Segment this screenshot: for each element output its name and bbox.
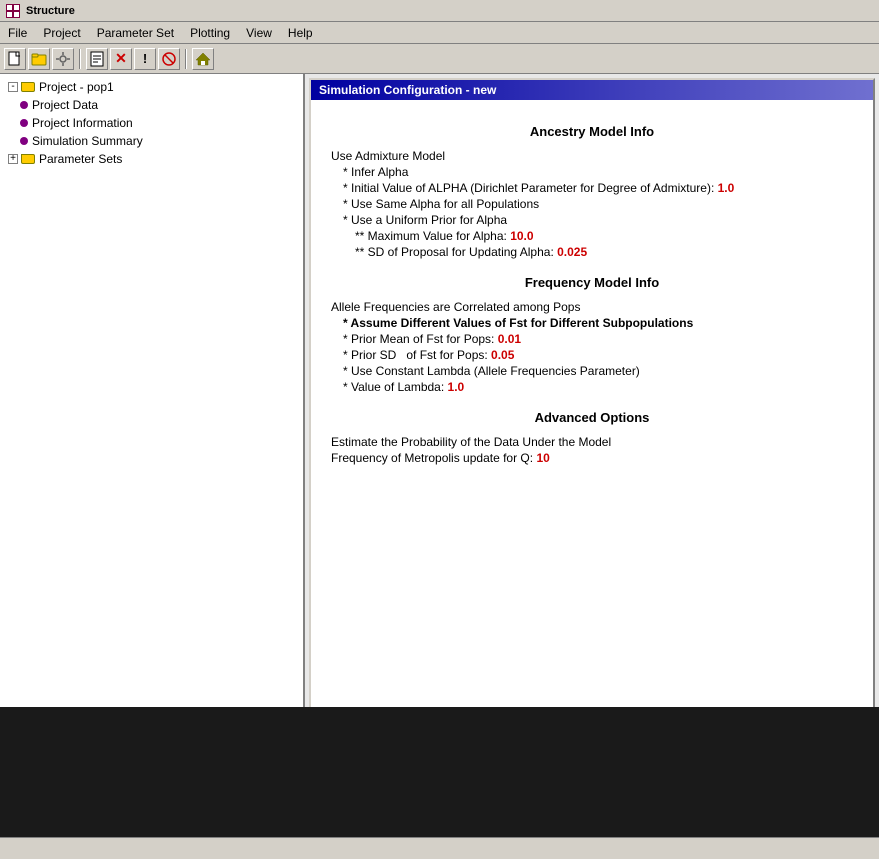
settings-button[interactable]	[52, 48, 74, 70]
menu-help[interactable]: Help	[280, 24, 321, 42]
info-button[interactable]: !	[134, 48, 156, 70]
value-max-alpha: 10.0	[510, 229, 533, 243]
line-text: * Use a Uniform Prior for Alpha	[343, 213, 507, 227]
tree-root[interactable]: - Project - pop1	[0, 78, 303, 96]
line-sd-proposal: ** SD of Proposal for Updating Alpha: 0.…	[355, 245, 853, 259]
tree-item-label: Simulation Summary	[32, 134, 143, 148]
config-title: Simulation Configuration - new	[319, 83, 496, 97]
tree-root-label: Project - pop1	[39, 80, 114, 94]
config-title-bar: Simulation Configuration - new	[311, 80, 873, 100]
open-button[interactable]	[28, 48, 50, 70]
line-infer-alpha: * Infer Alpha	[343, 165, 853, 179]
line-prior-mean: * Prior Mean of Fst for Pops: 0.01	[343, 332, 853, 346]
separator-1	[79, 49, 81, 69]
line-text: * Prior SD of Fst for Pops:	[343, 348, 491, 362]
line-text: Use Admixture Model	[331, 149, 445, 163]
value-prior-mean: 0.01	[498, 332, 521, 346]
line-text: Allele Frequencies are Correlated among …	[331, 300, 580, 314]
bullet-icon	[20, 119, 28, 127]
bottom-area	[0, 707, 879, 837]
line-max-alpha: ** Maximum Value for Alpha: 10.0	[355, 229, 853, 243]
value-initial-alpha: 1.0	[718, 181, 735, 195]
line-text: * Prior Mean of Fst for Pops:	[343, 332, 498, 346]
bullet-icon	[20, 101, 28, 109]
status-bar	[0, 837, 879, 859]
line-same-alpha: * Use Same Alpha for all Populations	[343, 197, 853, 211]
line-text: * Use Constant Lambda (Allele Frequencie…	[343, 364, 640, 378]
ancestry-header: Ancestry Model Info	[331, 124, 853, 139]
line-text: Estimate the Probability of the Data Und…	[331, 435, 611, 449]
doc-button[interactable]	[86, 48, 108, 70]
toolbar: ✕ !	[0, 44, 879, 74]
expand-icon[interactable]: +	[8, 154, 18, 164]
tree-item-project-data[interactable]: Project Data	[0, 96, 303, 114]
tree-item-label: Parameter Sets	[39, 152, 122, 166]
line-prior-sd: * Prior SD of Fst for Pops: 0.05	[343, 348, 853, 362]
delete-button[interactable]: ✕	[110, 48, 132, 70]
folder-icon	[21, 154, 35, 164]
value-metropolis: 10	[536, 451, 549, 465]
folder-icon	[21, 82, 35, 92]
line-text: * Use Same Alpha for all Populations	[343, 197, 539, 211]
value-prior-sd: 0.05	[491, 348, 514, 362]
title-bar: Structure	[0, 0, 879, 22]
tree-item-simulation-summary[interactable]: Simulation Summary	[0, 132, 303, 150]
menu-file[interactable]: File	[0, 24, 35, 42]
line-initial-alpha: * Initial Value of ALPHA (Dirichlet Para…	[343, 181, 853, 195]
tree-item-label: Project Data	[32, 98, 98, 112]
line-text: * Value of Lambda:	[343, 380, 448, 394]
frequency-header: Frequency Model Info	[331, 275, 853, 290]
tree-item-parameter-sets[interactable]: + Parameter Sets	[0, 150, 303, 168]
app-icon	[6, 4, 20, 18]
line-metropolis-freq: Frequency of Metropolis update for Q: 10	[331, 451, 853, 465]
menu-view[interactable]: View	[238, 24, 280, 42]
line-uniform-prior: * Use a Uniform Prior for Alpha	[343, 213, 853, 227]
line-text: * Infer Alpha	[343, 165, 408, 179]
line-text: Frequency of Metropolis update for Q:	[331, 451, 536, 465]
menu-parameter-set[interactable]: Parameter Set	[89, 24, 182, 42]
expand-icon[interactable]: -	[8, 82, 18, 92]
line-estimate-prob: Estimate the Probability of the Data Und…	[331, 435, 853, 449]
value-lambda: 1.0	[448, 380, 465, 394]
line-text: ** SD of Proposal for Updating Alpha:	[355, 245, 557, 259]
menu-plotting[interactable]: Plotting	[182, 24, 238, 42]
stop-button[interactable]	[158, 48, 180, 70]
menu-bar: File Project Parameter Set Plotting View…	[0, 22, 879, 44]
new-button[interactable]	[4, 48, 26, 70]
home-button[interactable]	[192, 48, 214, 70]
separator-2	[185, 49, 187, 69]
line-admixture-model: Use Admixture Model	[331, 149, 853, 163]
line-allele-freq: Allele Frequencies are Correlated among …	[331, 300, 853, 314]
advanced-header: Advanced Options	[331, 410, 853, 425]
value-sd-proposal: 0.025	[557, 245, 587, 259]
tree-item-project-information[interactable]: Project Information	[0, 114, 303, 132]
menu-project[interactable]: Project	[35, 24, 88, 42]
bullet-icon	[20, 137, 28, 145]
line-assume-different: * Assume Different Values of Fst for Dif…	[343, 316, 853, 330]
line-constant-lambda: * Use Constant Lambda (Allele Frequencie…	[343, 364, 853, 378]
line-text: * Assume Different Values of Fst for Dif…	[343, 316, 693, 330]
tree-item-label: Project Information	[32, 116, 133, 130]
line-text: * Initial Value of ALPHA (Dirichlet Para…	[343, 181, 718, 195]
line-text: ** Maximum Value for Alpha:	[355, 229, 510, 243]
line-lambda-value: * Value of Lambda: 1.0	[343, 380, 853, 394]
app-title: Structure	[26, 5, 75, 17]
